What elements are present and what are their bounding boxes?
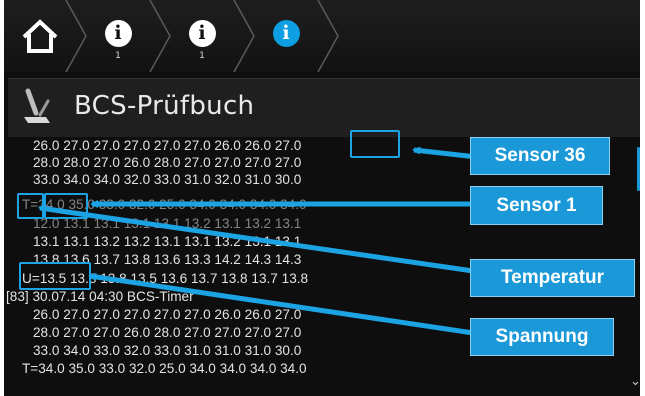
log-line: 26.0 27.0 27.0 27.0 27.0 27.0 26.0 26.0 … bbox=[33, 138, 302, 153]
info-icon: i bbox=[272, 19, 300, 47]
breadcrumb-separator bbox=[65, 0, 87, 72]
page-title: BCS-Prüfbuch bbox=[74, 91, 255, 121]
breadcrumb-info-1[interactable]: i 1 bbox=[90, 0, 146, 72]
page-header: BCS-Prüfbuch bbox=[8, 78, 640, 137]
log-line: T=34.0 35.0 33.0 32.0 25.0 34.0 34.0 34.… bbox=[22, 197, 307, 212]
tools-icon bbox=[24, 88, 50, 123]
breadcrumb-level: 1 bbox=[199, 51, 205, 61]
scrollbar-thumb[interactable] bbox=[637, 147, 640, 191]
info-icon: i bbox=[188, 19, 216, 47]
breadcrumb-separator bbox=[149, 0, 171, 72]
breadcrumb-bar: i 1 i 1 i bbox=[4, 0, 640, 72]
log-line: 26.0 27.0 27.0 27.0 27.0 27.0 26.0 26.0 … bbox=[33, 307, 302, 322]
breadcrumb-home[interactable] bbox=[12, 0, 68, 72]
log-line: 33.0 34.0 34.0 32.0 33.0 31.0 32.0 31.0 … bbox=[33, 172, 302, 187]
app-screen: i 1 i 1 i BCS-Prüfbuch 26.0 27.0 27.0 27… bbox=[4, 0, 640, 396]
log-line: 28.0 28.0 27.0 26.0 28.0 27.0 27.0 27.0 … bbox=[33, 155, 302, 170]
log-line: 33.0 34.0 33.0 32.0 33.0 31.0 31.0 31.0 … bbox=[33, 343, 302, 358]
breadcrumb-info-active[interactable]: i bbox=[258, 0, 314, 72]
breadcrumb-info-2[interactable]: i 1 bbox=[174, 0, 230, 72]
log-line: 28.0 27.0 27.0 26.0 28.0 27.0 27.0 27.0 … bbox=[33, 325, 302, 340]
log-line: 13.8 13.6 13.7 13.8 13.6 13.3 14.2 14.3 … bbox=[33, 252, 302, 267]
breadcrumb-separator bbox=[317, 0, 339, 72]
log-view[interactable]: 26.0 27.0 27.0 27.0 27.0 27.0 26.0 26.0 … bbox=[4, 136, 640, 396]
log-line: U=13.5 13.8 13.8 13.5 13.6 13.7 13.8 13.… bbox=[22, 271, 309, 286]
breadcrumb-separator bbox=[233, 0, 255, 72]
home-icon bbox=[22, 19, 58, 53]
info-icon: i bbox=[104, 19, 132, 47]
log-line: 12.0 13.1 13.1 13.1 13.1 13.2 13.1 13.2 … bbox=[33, 216, 302, 231]
log-line: T=34.0 35.0 33.0 32.0 25.0 34.0 34.0 34.… bbox=[22, 361, 307, 376]
breadcrumb-level: 1 bbox=[115, 51, 121, 61]
log-line: 13.1 13.1 13.2 13.2 13.1 13.1 13.2 13.1 … bbox=[33, 234, 302, 249]
scroll-down-icon[interactable]: ⌄ bbox=[630, 374, 640, 389]
log-entry-header: [83] 30.07.14 04:30 BCS-Timer bbox=[6, 289, 194, 304]
